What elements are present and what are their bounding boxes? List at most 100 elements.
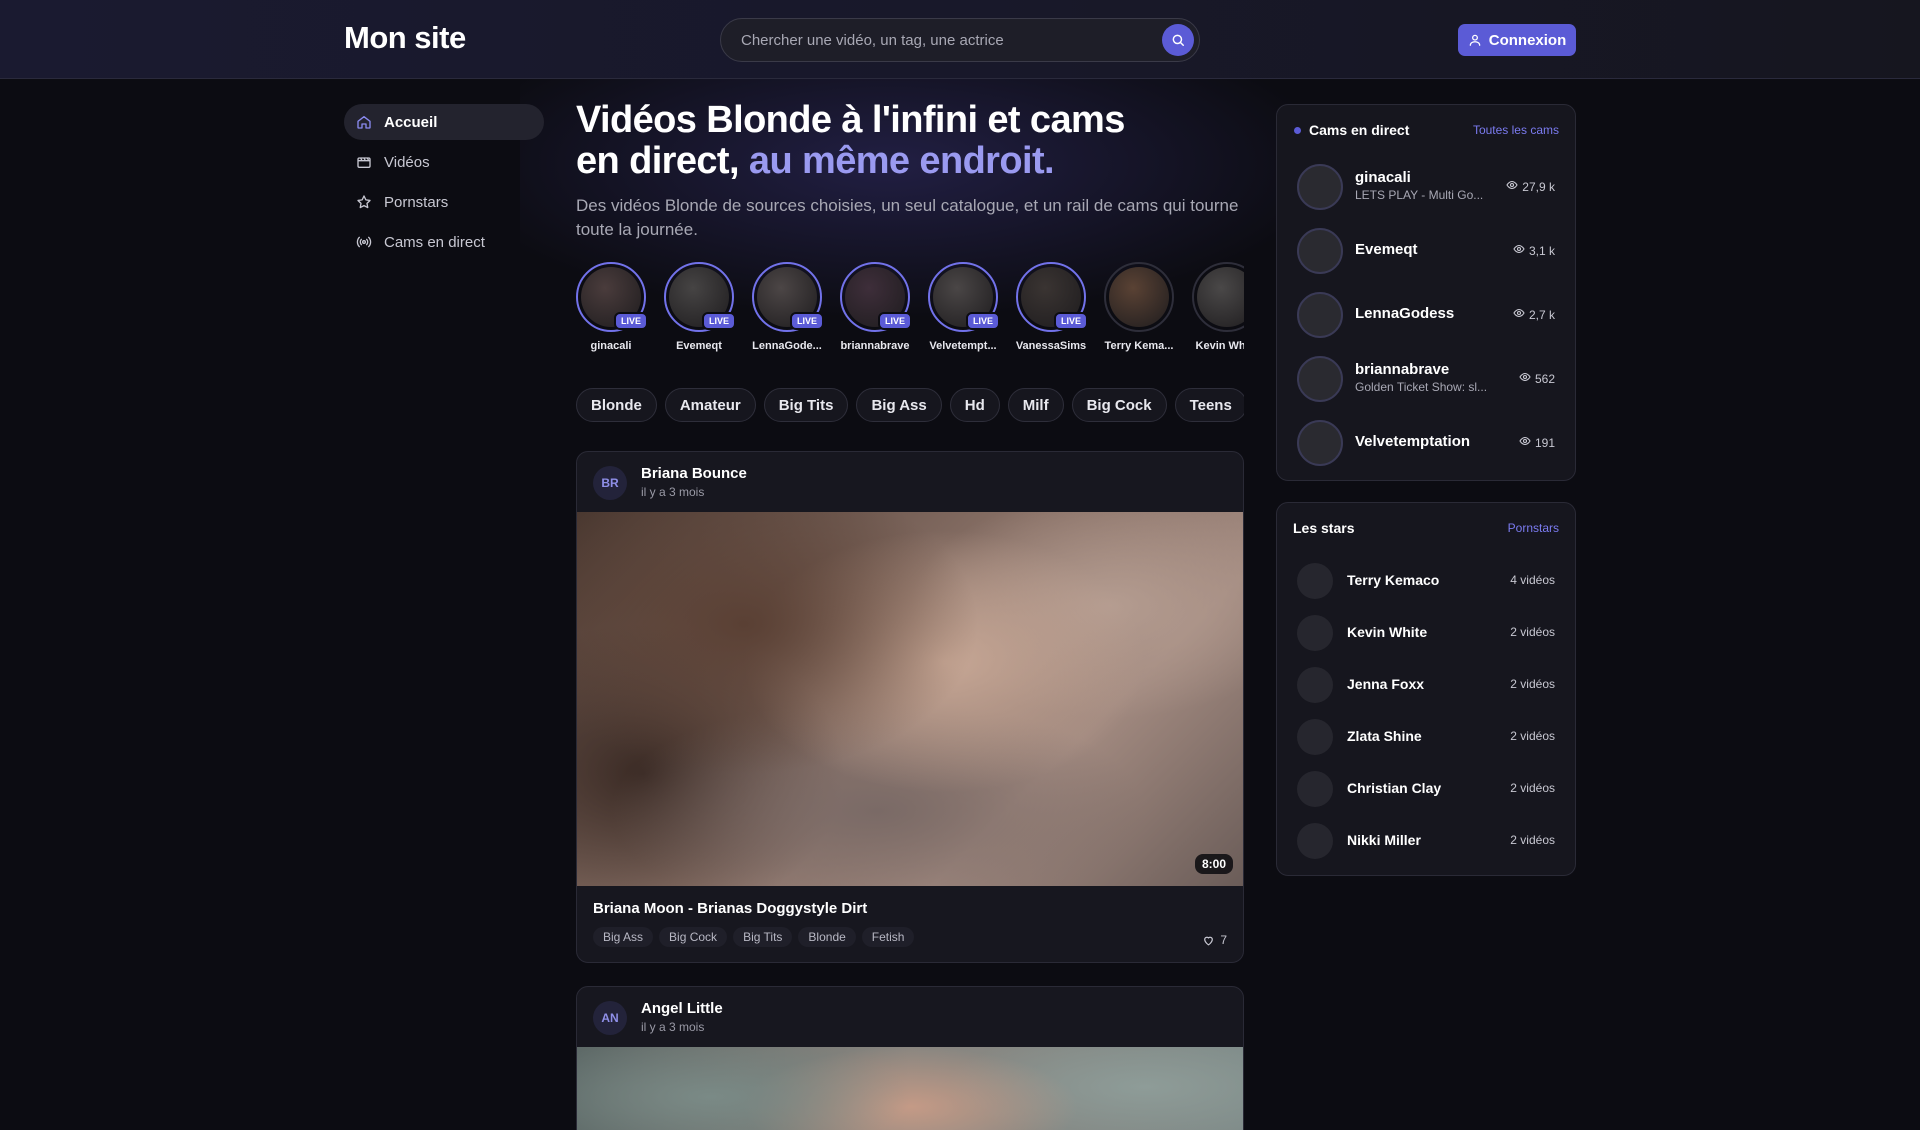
star-row[interactable]: Terry Kemaco 4 vidéos: [1277, 555, 1575, 607]
nav-item-videos[interactable]: Vidéos: [344, 144, 544, 180]
live-cam-row[interactable]: ginacali LETS PLAY - Multi Go... 27,9 k: [1277, 155, 1575, 219]
cam-avatar: [1297, 292, 1343, 338]
cam-ring: LIVE: [752, 262, 824, 332]
pornstars-link[interactable]: Pornstars: [1508, 521, 1559, 535]
video-tag[interactable]: Blonde: [798, 927, 856, 947]
star-icon: [357, 195, 371, 209]
cam-avatar: [1297, 420, 1343, 466]
star-row[interactable]: Jenna Foxx 2 vidéos: [1277, 659, 1575, 711]
video-card[interactable]: BR Briana Bounce il y a 3 mois 8:00 Bria…: [576, 451, 1244, 963]
tag-pill[interactable]: Blonde: [576, 388, 657, 422]
star-row[interactable]: Kevin White 2 vidéos: [1277, 607, 1575, 659]
video-count: 2 vidéos: [1510, 781, 1555, 795]
tag-pill[interactable]: Hd: [949, 388, 1000, 422]
home-icon: [357, 116, 371, 129]
eye-icon: [1506, 179, 1518, 194]
tag-pill[interactable]: Big Ass: [856, 388, 942, 422]
live-cam-row[interactable]: Evemeqt 3,1 k: [1277, 219, 1575, 283]
cam-ring: [1104, 262, 1174, 332]
duration-badge: 8:00: [1194, 854, 1233, 874]
star-name: Terry Kemaco: [1347, 572, 1440, 588]
tag-pill[interactable]: Milf: [1007, 388, 1064, 422]
cam-story[interactable]: LIVE ginacali: [576, 262, 648, 362]
hero-title-line1: Vidéos Blonde à l'infini et cams: [576, 99, 1125, 141]
video-card[interactable]: AN Angel Little il y a 3 mois: [576, 986, 1244, 1130]
nav-label: Accueil: [384, 113, 438, 131]
cam-story[interactable]: LIVE LennaGode...: [752, 262, 824, 362]
login-button[interactable]: Connexion: [1458, 24, 1576, 56]
cams-rail: LIVE ginacali LIVE Evemeqt LIVE LennaGode... L…: [576, 262, 1244, 362]
eye-icon: [1519, 371, 1531, 386]
viewer-count-value: 191: [1534, 435, 1555, 450]
card-header: BR Briana Bounce il y a 3 mois: [577, 452, 1243, 512]
cam-avatar: [1109, 267, 1169, 327]
tag-pill[interactable]: Amateur: [664, 388, 756, 422]
star-row[interactable]: Christian Clay 2 vidéos: [1277, 763, 1575, 815]
user-icon: [1469, 34, 1481, 46]
video-tag[interactable]: Big Tits: [733, 927, 793, 947]
author-avatar[interactable]: BR: [593, 466, 627, 500]
video-thumbnail[interactable]: 8:00: [577, 512, 1243, 886]
cam-name: Evemeqt: [1355, 241, 1418, 258]
author-avatar[interactable]: AN: [593, 1001, 627, 1035]
hero-title-accent: au même endroit.: [748, 140, 1055, 182]
hero-subtitle: Des vidéos Blonde de sources choisies, u…: [576, 196, 1239, 239]
cam-story[interactable]: LIVE Evemeqt: [664, 262, 736, 362]
cam-story[interactable]: Kevin White: [1192, 262, 1244, 362]
like-count: 7: [1220, 933, 1227, 947]
star-name: Zlata Shine: [1347, 728, 1422, 744]
post-date: il y a 3 mois: [641, 1020, 705, 1034]
video-count: 2 vidéos: [1510, 729, 1555, 743]
cam-ring: LIVE: [1016, 262, 1088, 332]
video-tag[interactable]: Big Ass: [593, 927, 654, 947]
tag-pill[interactable]: Teens: [1174, 388, 1244, 422]
search-button[interactable]: [1162, 24, 1194, 56]
tag-pill[interactable]: Big Cock: [1071, 388, 1167, 422]
star-name: Nikki Miller: [1347, 832, 1421, 848]
author-name[interactable]: Briana Bounce: [641, 465, 747, 482]
live-badge: LIVE: [1053, 312, 1088, 330]
cam-story[interactable]: Terry Kema...: [1104, 262, 1174, 362]
cam-name: VanessaSims: [1015, 340, 1087, 352]
cam-show-title: LETS PLAY - Multi Go...: [1355, 188, 1484, 202]
live-cam-row[interactable]: Velvetemptation 191: [1277, 411, 1575, 475]
all-cams-link[interactable]: Toutes les cams: [1473, 123, 1559, 137]
video-thumbnail[interactable]: [577, 1047, 1243, 1130]
live-cam-row[interactable]: LennaGodess 2,7 k: [1277, 283, 1575, 347]
nav-item-cams[interactable]: Cams en direct: [344, 224, 544, 260]
viewer-count: 2,7 k: [1513, 307, 1555, 322]
cam-story[interactable]: LIVE VanessaSims: [1016, 262, 1088, 362]
cam-avatar: [1297, 356, 1343, 402]
live-cam-row[interactable]: briannabrave Golden Ticket Show: sl... 562: [1277, 347, 1575, 411]
star-avatar: [1297, 563, 1333, 599]
star-name: Christian Clay: [1347, 780, 1442, 796]
cam-story[interactable]: LIVE briannabrave: [840, 262, 912, 362]
tag-pill[interactable]: Big Tits: [763, 388, 849, 422]
video-tag[interactable]: Big Cock: [659, 927, 728, 947]
cam-ring: LIVE: [576, 262, 648, 332]
star-name: Kevin White: [1347, 624, 1428, 640]
star-avatar: [1297, 667, 1333, 703]
site-logo[interactable]: Mon site: [344, 20, 466, 56]
thumbnail-image: [577, 512, 1243, 886]
search-icon: [1172, 34, 1184, 46]
top-header: Mon site Connexion: [0, 0, 1920, 79]
cam-story[interactable]: LIVE Velvetempt...: [928, 262, 1000, 362]
cam-name: LennaGodess: [1355, 305, 1455, 322]
star-row[interactable]: Nikki Miller 2 vidéos: [1277, 815, 1575, 867]
cam-ring: LIVE: [664, 262, 736, 332]
cam-show-title: Golden Ticket Show: sl...: [1355, 380, 1488, 394]
video-tag[interactable]: Fetish: [861, 927, 915, 947]
video-count: 2 vidéos: [1510, 833, 1555, 847]
author-name[interactable]: Angel Little: [641, 1000, 723, 1017]
panel-title: Les stars: [1293, 520, 1355, 536]
cam-name: LennaGode...: [752, 340, 822, 352]
nav-item-pornstars[interactable]: Pornstars: [344, 184, 544, 220]
search-input[interactable]: [721, 19, 1141, 61]
video-title[interactable]: Briana Moon - Brianas Doggystyle Dirt: [593, 900, 1227, 917]
like-button[interactable]: 7: [1202, 933, 1227, 947]
viewer-count-value: 2,7 k: [1528, 307, 1555, 322]
star-row[interactable]: Zlata Shine 2 vidéos: [1277, 711, 1575, 763]
nav-item-accueil[interactable]: Accueil: [344, 104, 544, 140]
thumbnail-image: [577, 1047, 1243, 1130]
